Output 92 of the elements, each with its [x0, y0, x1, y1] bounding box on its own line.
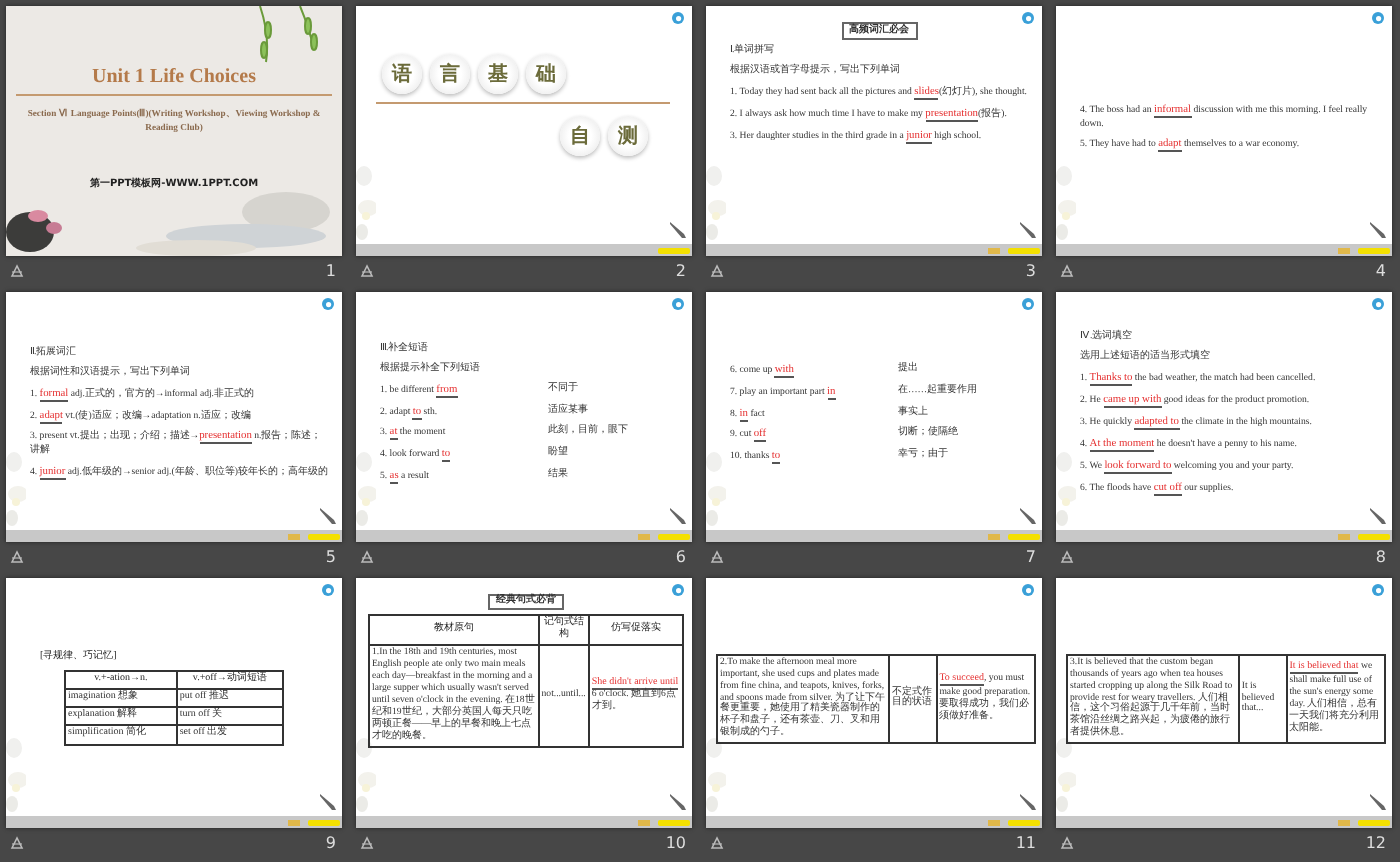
flower-drawing: [706, 736, 726, 816]
nav-button[interactable]: [658, 533, 690, 539]
heading-character: 言: [430, 54, 470, 94]
flower-drawing: [1056, 164, 1076, 244]
nav-button[interactable]: [988, 533, 1000, 539]
heading-character: 基: [478, 54, 518, 94]
nav-button[interactable]: [638, 819, 650, 825]
slide-thumbnail[interactable]: [1056, 578, 1392, 828]
transition-icon: [360, 550, 374, 564]
nav-button[interactable]: [1008, 533, 1040, 539]
transition-icon: [710, 264, 724, 278]
slide-title: Unit 1 Life Choices: [92, 66, 256, 88]
slide-number: 12: [1365, 834, 1386, 852]
transition-icon: [1060, 836, 1074, 850]
heading-character: 语: [382, 54, 422, 94]
slide-number: 7: [1025, 548, 1036, 566]
badge-icon: [1372, 12, 1384, 24]
slide-number: 11: [1015, 834, 1036, 852]
nav-button[interactable]: [1338, 819, 1350, 825]
badge-icon: [1022, 584, 1034, 596]
nav-button[interactable]: [658, 247, 690, 253]
nav-button[interactable]: [288, 819, 300, 825]
heading-character: 测: [608, 116, 648, 156]
slide-number: 5: [325, 548, 336, 566]
brush-icon: [668, 506, 688, 526]
badge-icon: [322, 298, 334, 310]
brush-icon: [1368, 792, 1388, 812]
nav-button[interactable]: [988, 247, 1000, 253]
slide-thumbnail[interactable]: [706, 6, 1042, 256]
nav-button[interactable]: [1338, 533, 1350, 539]
heading-character: 础: [526, 54, 566, 94]
nav-button[interactable]: [988, 819, 1000, 825]
brush-icon: [318, 792, 338, 812]
flower-drawing: [1056, 450, 1076, 530]
slide-thumbnail[interactable]: [356, 578, 692, 828]
brush-icon: [1368, 220, 1388, 240]
badge-icon: [1022, 298, 1034, 310]
badge-icon: [1372, 298, 1384, 310]
badge-icon: [672, 298, 684, 310]
brush-icon: [1018, 506, 1038, 526]
nav-button[interactable]: [1338, 247, 1350, 253]
badge-icon: [1022, 12, 1034, 24]
flower-drawing: [706, 164, 726, 244]
badge-icon: [322, 584, 334, 596]
brush-icon: [668, 792, 688, 812]
transition-icon: [710, 836, 724, 850]
brush-icon: [668, 220, 688, 240]
nav-button[interactable]: [1358, 533, 1390, 539]
nav-button[interactable]: [1358, 819, 1390, 825]
slide-thumbnail[interactable]: [1056, 292, 1392, 542]
nav-button[interactable]: [288, 533, 300, 539]
transition-icon: [10, 264, 24, 278]
slide-number: 3: [1025, 262, 1036, 280]
badge-icon: [672, 12, 684, 24]
slide-number: 8: [1375, 548, 1386, 566]
slide-number: 6: [675, 548, 686, 566]
nav-button[interactable]: [638, 533, 650, 539]
brush-icon: [1368, 506, 1388, 526]
transition-icon: [1060, 264, 1074, 278]
brush-icon: [1018, 220, 1038, 240]
badge-icon: [672, 584, 684, 596]
slide-number: 10: [665, 834, 686, 852]
transition-icon: [10, 550, 24, 564]
flower-drawing: [356, 450, 376, 530]
nav-button[interactable]: [308, 533, 340, 539]
flower-drawing: [356, 164, 376, 244]
slide-number: 4: [1375, 262, 1386, 280]
brush-icon: [318, 506, 338, 526]
slide-thumbnail[interactable]: 语 言 基 础 自 测: [356, 6, 692, 256]
transition-icon: [360, 836, 374, 850]
badge-icon: [1372, 584, 1384, 596]
heading-character: 自: [560, 116, 600, 156]
flower-drawing: [706, 450, 726, 530]
slide-thumbnail[interactable]: [706, 578, 1042, 828]
nav-button[interactable]: [1358, 247, 1390, 253]
flower-drawing: [356, 736, 376, 816]
nav-button[interactable]: [308, 819, 340, 825]
flower-drawing: [1056, 736, 1076, 816]
transition-icon: [1060, 550, 1074, 564]
nav-button[interactable]: [1008, 819, 1040, 825]
flower-drawing: [6, 736, 26, 816]
slide-number: 2: [675, 262, 686, 280]
slide-number: 9: [325, 834, 336, 852]
transition-icon: [10, 836, 24, 850]
slide-number: 1: [325, 262, 336, 280]
slide-thumbnail[interactable]: [6, 292, 342, 542]
flower-drawing: [6, 450, 26, 530]
nav-button[interactable]: [1008, 247, 1040, 253]
nav-button[interactable]: [658, 819, 690, 825]
brush-icon: [1018, 792, 1038, 812]
transition-icon: [360, 264, 374, 278]
transition-icon: [710, 550, 724, 564]
